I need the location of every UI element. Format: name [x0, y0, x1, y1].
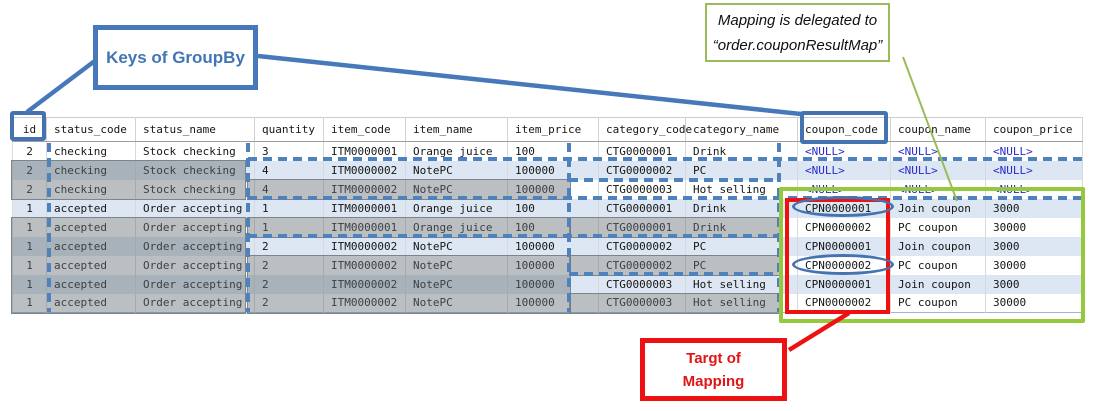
table-cell: CTG0000001: [599, 199, 686, 218]
table-cell: Order accepting: [136, 199, 255, 218]
column-header-coupon_price: coupon_price: [986, 118, 1083, 142]
group-line-rows5-6: [248, 234, 780, 238]
groupby-dash-after-id: [47, 143, 51, 312]
table-cell: ITM0000002: [324, 161, 406, 180]
group-line-rows1-2: [248, 157, 1084, 161]
table-cell: <NULL>: [891, 161, 986, 180]
column-header-category_name: category_name: [686, 118, 798, 142]
table-cell: 1: [13, 199, 47, 218]
group-overlay-category-row9: [569, 293, 783, 314]
column-header-item_code: item_code: [324, 118, 406, 142]
diagram-canvas: idstatus_codestatus_namequantityitem_cod…: [0, 0, 1101, 411]
column-header-status_name: status_name: [136, 118, 255, 142]
id-header-highlight-box: [10, 111, 46, 141]
table-cell: 2: [255, 237, 324, 256]
target-of-mapping-line2: Mapping: [683, 370, 745, 393]
group-line-category-rows2-3: [569, 178, 781, 182]
mapping-delegated-line1: Mapping is delegated to: [718, 8, 877, 33]
target-of-mapping-callout: Targt of Mapping: [640, 338, 787, 401]
table-cell: 2: [13, 142, 47, 161]
target-of-mapping-line1: Targt of: [686, 347, 741, 370]
table-cell: NotePC: [406, 237, 508, 256]
connector-keys-to-coupon-code: [258, 56, 801, 114]
table-cell: 100: [508, 199, 599, 218]
table-cell: 100000: [508, 161, 599, 180]
coupon-code-oval-cpn0000002: [792, 254, 894, 275]
table-cell: 1: [255, 199, 324, 218]
table-cell: 4: [255, 161, 324, 180]
group-overlay-item-rows7-9: [247, 255, 571, 314]
keys-of-groupby-label: Keys of GroupBy: [106, 48, 245, 68]
column-header-item_price: item_price: [508, 118, 599, 142]
table-cell: 100000: [508, 237, 599, 256]
keys-of-groupby-callout: Keys of GroupBy: [93, 25, 258, 90]
table-cell: CTG0000003: [599, 275, 686, 294]
coupon-code-header-highlight-box: [800, 111, 888, 144]
group-line-category-rows7-8: [569, 272, 781, 276]
column-header-coupon_name: coupon_name: [891, 118, 986, 142]
connector-keys-to-id: [27, 60, 96, 112]
table-cell: Stock checking: [136, 142, 255, 161]
coupon-code-oval-cpn0000001: [792, 196, 894, 217]
table-cell: NotePC: [406, 161, 508, 180]
groupby-dash-before-category: [567, 143, 571, 312]
table-cell: <NULL>: [798, 161, 891, 180]
column-header-item_name: item_name: [406, 118, 508, 142]
table-cell: ITM0000001: [324, 199, 406, 218]
table-cell: CTG0000002: [599, 161, 686, 180]
column-header-category_code: category_code: [599, 118, 686, 142]
table-cell: accepted: [47, 199, 136, 218]
table-cell: <NULL>: [986, 161, 1083, 180]
column-header-status_code: status_code: [47, 118, 136, 142]
groupby-dash-after-status-name: [246, 143, 250, 312]
table-cell: Orange juice: [406, 199, 508, 218]
mapping-delegated-line2: “order.couponResultMap”: [713, 33, 883, 58]
table-header-row: idstatus_codestatus_namequantityitem_cod…: [13, 118, 1083, 142]
table-cell: ITM0000002: [324, 237, 406, 256]
mapping-delegated-callout: Mapping is delegated to “order.couponRes…: [705, 3, 890, 62]
column-header-quantity: quantity: [255, 118, 324, 142]
table-cell: CTG0000002: [599, 237, 686, 256]
table-cell: checking: [47, 142, 136, 161]
